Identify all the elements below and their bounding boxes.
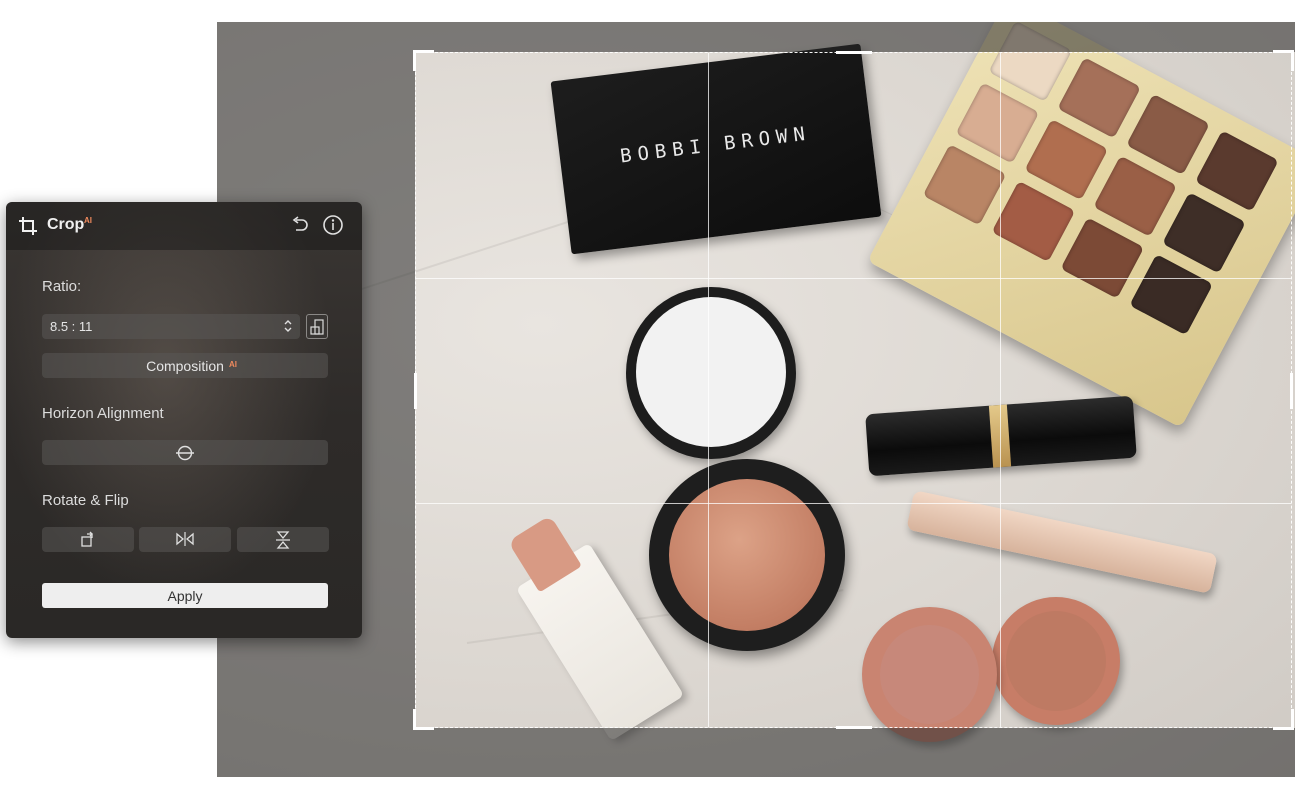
swap-orientation-button[interactable]: [306, 314, 328, 339]
crop-handle-top[interactable]: [836, 51, 872, 54]
panel-header: Crop AI: [6, 202, 362, 250]
ai-badge: AI: [84, 216, 92, 225]
image-canvas[interactable]: BOBBI BROWN: [217, 22, 1295, 777]
panel-title: Crop: [47, 216, 85, 233]
crop-handle-bottom[interactable]: [836, 726, 872, 729]
crop-handle-top-right[interactable]: [1273, 50, 1294, 71]
ratio-label: Ratio:: [42, 278, 82, 295]
rotate-icon: [81, 531, 93, 547]
flip-horizontal-icon: [176, 532, 194, 546]
crop-handle-right[interactable]: [1290, 373, 1293, 409]
ratio-select[interactable]: 8.5 : 11: [42, 314, 300, 339]
composition-button[interactable]: Composition AI: [42, 353, 328, 378]
crop-icon: [19, 217, 37, 235]
apply-label: Apply: [167, 588, 203, 604]
grid-line: [1000, 53, 1001, 727]
flip-vertical-icon: [276, 531, 290, 549]
ratio-value: 8.5 : 11: [50, 319, 93, 334]
grid-line: [416, 278, 1291, 279]
horizon-level-icon: [176, 445, 194, 461]
horizon-align-button[interactable]: [42, 440, 328, 465]
horizon-label: Horizon Alignment: [42, 405, 164, 422]
apply-button[interactable]: Apply: [42, 583, 328, 608]
ai-badge: AI: [229, 360, 237, 369]
composition-label: Composition: [146, 358, 224, 374]
flip-vertical-button[interactable]: [237, 527, 329, 552]
undo-icon[interactable]: [289, 215, 311, 237]
crop-handle-left[interactable]: [414, 373, 417, 409]
crop-handle-bottom-left[interactable]: [413, 709, 434, 730]
rotate-flip-label: Rotate & Flip: [42, 492, 129, 509]
grid-line: [708, 53, 709, 727]
info-icon[interactable]: [322, 214, 344, 236]
chevron-updown-icon: [284, 320, 292, 332]
crop-panel: Crop AI Ratio: 8.5 : 11 Composition AI H…: [6, 202, 362, 638]
crop-frame[interactable]: [413, 50, 1294, 730]
rotate-button[interactable]: [42, 527, 134, 552]
flip-horizontal-button[interactable]: [139, 527, 231, 552]
swap-orientation-icon: [310, 319, 324, 335]
crop-handle-bottom-right[interactable]: [1273, 709, 1294, 730]
grid-line: [416, 503, 1291, 504]
crop-handle-top-left[interactable]: [413, 50, 434, 71]
crop-mask-top: [415, 22, 1295, 52]
crop-mask-bottom: [415, 728, 1295, 777]
